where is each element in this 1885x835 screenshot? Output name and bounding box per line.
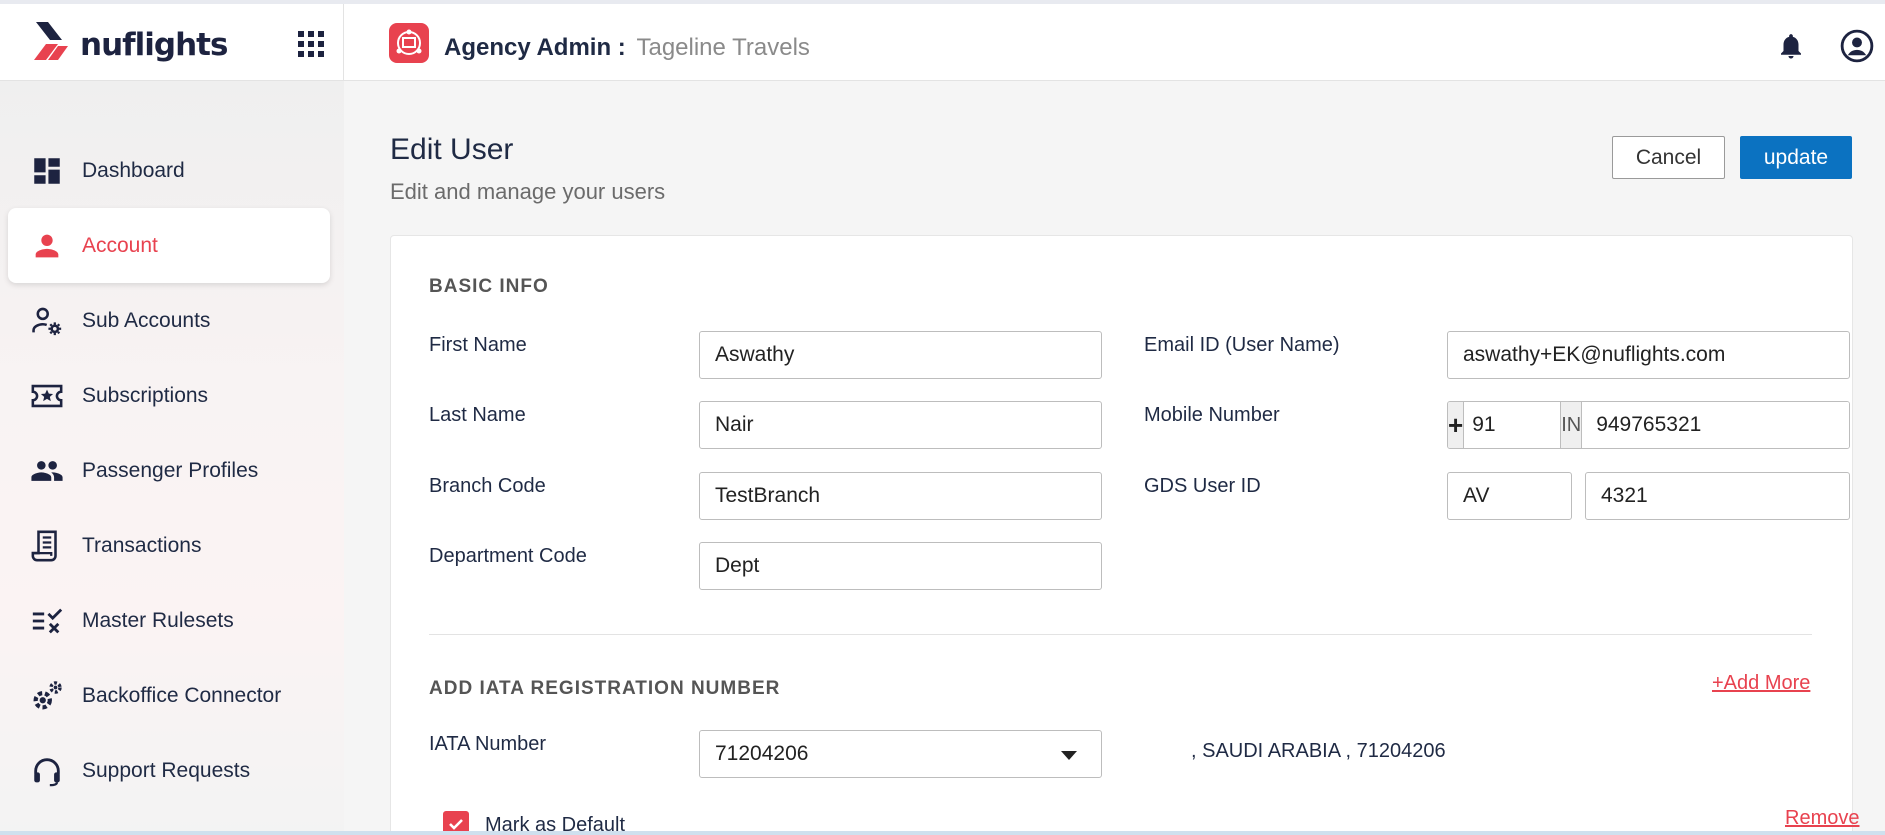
sidebar: Dashboard Account Sub Accounts Subscript… <box>0 81 344 835</box>
sidebar-item-master-rulesets[interactable]: Master Rulesets <box>8 583 330 658</box>
sidebar-item-transactions[interactable]: Transactions <box>8 508 330 583</box>
person-icon <box>35 234 59 258</box>
first-name-input[interactable] <box>699 331 1102 379</box>
agency-name: Tageline Travels <box>636 34 810 61</box>
department-code-input[interactable] <box>699 542 1102 590</box>
sidebar-item-subscriptions[interactable]: Subscriptions <box>8 358 330 433</box>
gears-icon <box>33 681 62 710</box>
update-button[interactable]: update <box>1740 136 1852 179</box>
sidebar-item-label: Subscriptions <box>82 383 209 407</box>
email-label: Email ID (User Name) <box>1144 334 1340 356</box>
country-code-input[interactable] <box>1464 402 1562 448</box>
email-input[interactable] <box>1447 331 1850 379</box>
main-content: Edit User Edit and manage your users Can… <box>344 81 1885 835</box>
iata-section-title: ADD IATA REGISTRATION NUMBER <box>429 678 781 699</box>
edit-user-card: BASIC INFO First Name Last Name Branch C… <box>390 235 1859 835</box>
caret-down-icon <box>1061 751 1077 760</box>
page-subtitle: Edit and manage your users <box>390 179 666 204</box>
sidebar-item-label: Master Rulesets <box>82 608 234 632</box>
gds-user-id-label: GDS User ID <box>1144 475 1261 497</box>
bell-icon[interactable] <box>1776 30 1806 62</box>
gds-prefix-input[interactable] <box>1447 472 1572 520</box>
sidebar-item-label: Dashboard <box>82 158 185 182</box>
sidebar-item-label: Support Requests <box>82 758 251 782</box>
branch-code-input[interactable] <box>699 472 1102 520</box>
sidebar-item-label: Backoffice Connector <box>82 683 282 707</box>
checklist-icon <box>32 608 63 634</box>
department-code-label: Department Code <box>429 545 587 567</box>
mobile-number-input[interactable] <box>1582 402 1849 448</box>
first-name-label: First Name <box>429 334 527 356</box>
dashboard-icon <box>34 158 60 184</box>
sidebar-item-label: Account <box>82 233 158 257</box>
window-bottom-edge <box>0 831 1885 835</box>
sidebar-item-label: Passenger Profiles <box>82 458 259 482</box>
sidebar-item-dashboard[interactable]: Dashboard <box>8 133 330 208</box>
headset-icon <box>34 758 60 787</box>
section-divider <box>429 634 1812 635</box>
cancel-button[interactable]: Cancel <box>1612 136 1725 179</box>
sidebar-item-label: Transactions <box>82 533 202 557</box>
add-more-link[interactable]: +Add More <box>1712 672 1810 695</box>
iata-number-selected: 71204206 <box>715 742 809 765</box>
phone-plus-prefix: + <box>1448 402 1465 448</box>
iata-number-label: IATA Number <box>429 733 547 755</box>
sidebar-item-account[interactable]: Account <box>8 208 330 283</box>
mobile-number-group: + IN <box>1447 401 1850 449</box>
gds-user-id-input[interactable] <box>1585 472 1850 520</box>
logo-text: nuflights <box>80 27 228 63</box>
page-title: Edit User <box>390 133 514 166</box>
agency-admin-label: Agency Admin : <box>444 34 626 61</box>
top-bar: nuflights Agency Admin : Tageline Travel… <box>0 0 1885 81</box>
sidebar-item-support-requests[interactable]: Support Requests <box>8 733 330 808</box>
user-gear-icon <box>32 307 62 336</box>
iata-description: , SAUDI ARABIA , 71204206 <box>1191 740 1446 762</box>
logo-area: nuflights <box>0 4 344 81</box>
country-iso-label: IN <box>1561 402 1583 448</box>
sidebar-item-passenger-profiles[interactable]: Passenger Profiles <box>8 433 330 508</box>
header-title: Agency Admin : Tageline Travels <box>444 34 810 62</box>
sidebar-item-sub-accounts[interactable]: Sub Accounts <box>8 283 330 358</box>
iata-number-select[interactable]: 71204206 <box>699 730 1102 778</box>
branch-code-label: Branch Code <box>429 475 546 497</box>
nuflights-wings-icon <box>34 22 68 60</box>
nuflights-logo[interactable]: nuflights <box>32 18 228 66</box>
apps-grid-icon[interactable] <box>298 31 324 57</box>
remove-link[interactable]: Remove <box>1785 807 1859 830</box>
ticket-star-icon <box>31 384 63 408</box>
receipt-icon <box>31 530 57 562</box>
sidebar-item-backoffice-connector[interactable]: Backoffice Connector <box>8 658 330 733</box>
last-name-input[interactable] <box>699 401 1102 449</box>
agency-icon <box>389 23 429 63</box>
user-account-icon[interactable] <box>1840 29 1874 63</box>
sidebar-item-label: Sub Accounts <box>82 308 211 332</box>
basic-info-title: BASIC INFO <box>429 276 549 297</box>
last-name-label: Last Name <box>429 404 526 426</box>
mobile-number-label: Mobile Number <box>1144 404 1280 426</box>
people-icon <box>31 461 63 481</box>
